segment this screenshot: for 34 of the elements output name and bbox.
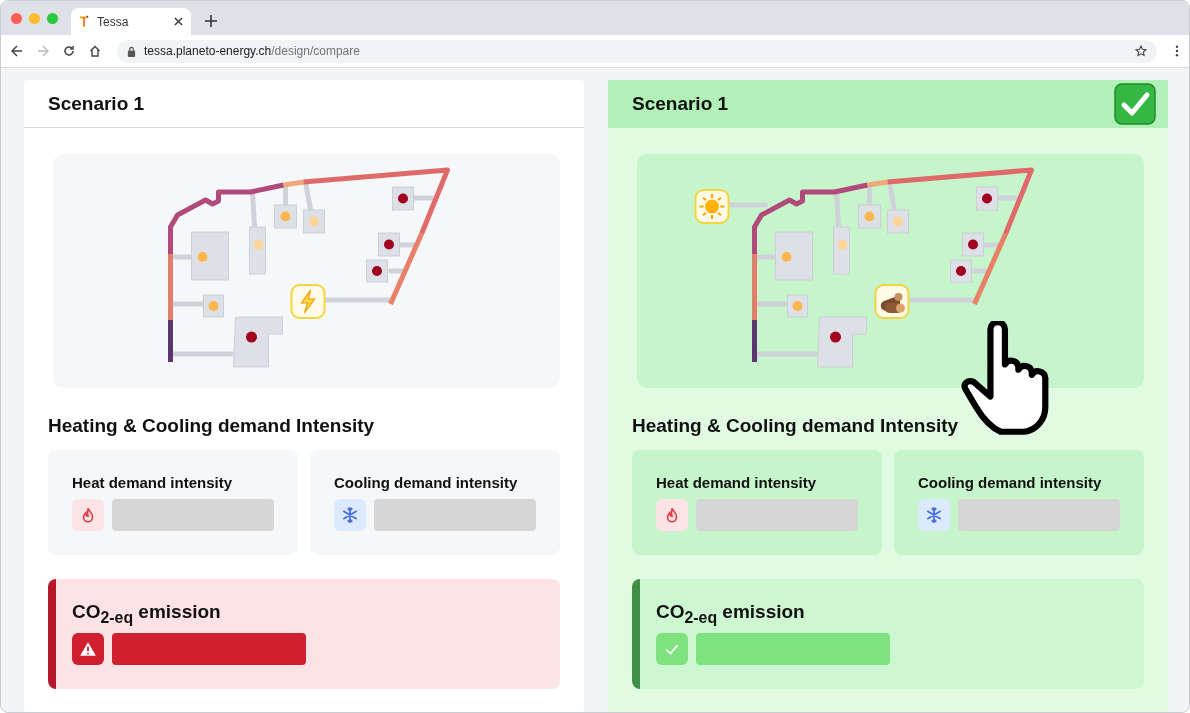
network-map[interactable]	[637, 154, 1144, 388]
demand-label: Cooling demand intensity	[918, 474, 1103, 491]
snowflake-icon	[334, 499, 366, 531]
home-icon[interactable]	[89, 45, 101, 57]
network-map[interactable]	[53, 154, 560, 388]
url-text: tessa.planeto-energy.ch/design/compare	[144, 44, 361, 58]
check-icon	[1114, 82, 1156, 125]
address-bar[interactable]: tessa.planeto-energy.ch/design/compare	[117, 39, 1157, 63]
favicon-icon	[79, 15, 89, 28]
reload-icon[interactable]	[63, 45, 75, 57]
scenario-title: Scenario 1	[48, 92, 145, 115]
emission-label: CO$_{2-eq}$ emission	[656, 601, 806, 627]
emission-label: CO$_{2-eq}$ emission	[72, 601, 222, 627]
flame-icon	[72, 499, 104, 531]
scenario-panel[interactable]: Scenario 1 Heating & Cooling demand Intensity Heat demand intensity Cooling demand intensity CO$_{2-eq}$ emission	[608, 80, 1168, 712]
warning-icon	[72, 632, 104, 665]
scenario-panel[interactable]: Scenario 1 Heating & Cooling demand Intensity Heat demand intensity Cooling demand intensity CO$_{2-eq}$ emission	[24, 80, 584, 712]
lock-icon	[127, 45, 136, 57]
scenario-title: Scenario 1	[632, 92, 729, 115]
new-tab-icon[interactable]	[205, 15, 217, 27]
flame-icon	[656, 499, 688, 531]
snowflake-icon	[918, 499, 950, 531]
demand-label: Heat demand intensity	[656, 474, 818, 491]
close-icon[interactable]	[174, 17, 183, 26]
demand-label: Cooling demand intensity	[334, 474, 519, 491]
demand-label: Heat demand intensity	[72, 474, 234, 491]
check-icon	[656, 632, 688, 665]
menu-icon[interactable]	[1175, 45, 1179, 57]
section-heading: Heating & Cooling demand Intensity	[48, 415, 376, 437]
back-icon[interactable]	[11, 45, 23, 57]
firewood-icon[interactable]	[874, 284, 910, 319]
bookmark-star-icon[interactable]	[1135, 45, 1147, 57]
section-heading: Heating & Cooling demand Intensity	[632, 415, 960, 437]
browser-tab[interactable]: Tessa	[71, 8, 191, 35]
